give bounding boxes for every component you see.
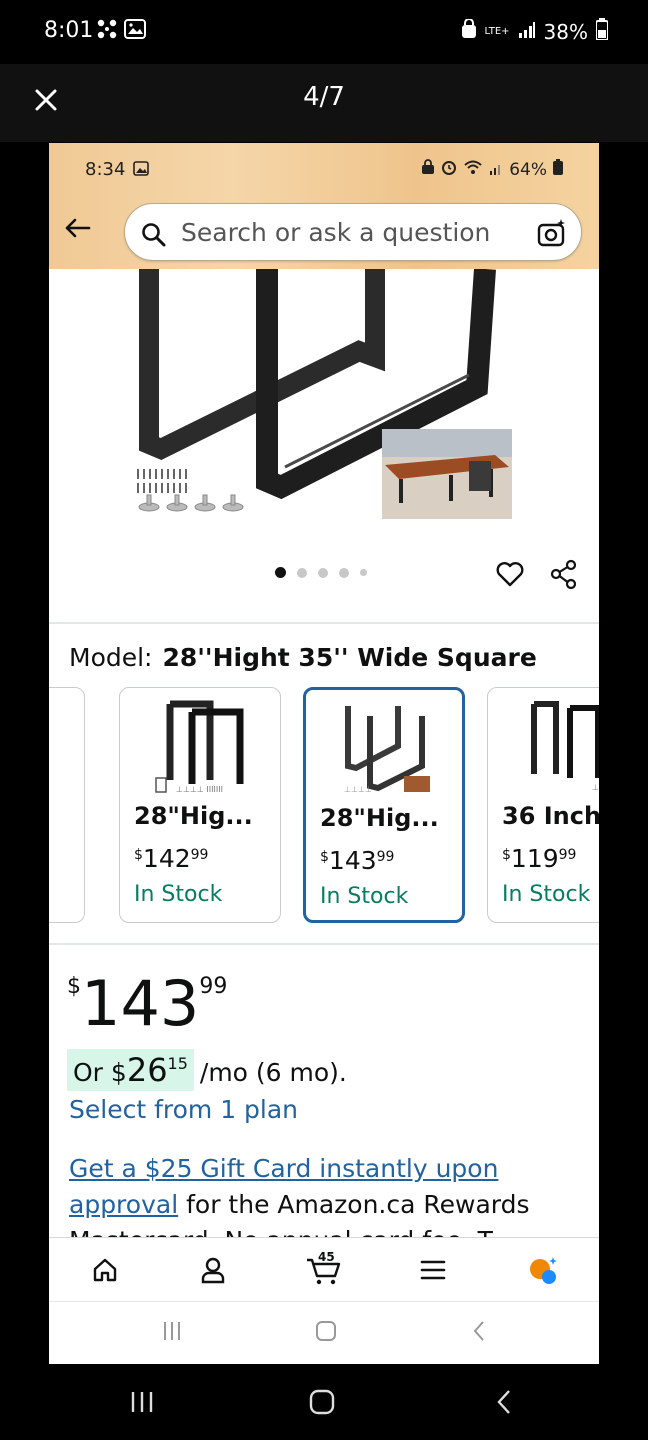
model-value: 28''Hight 35'' Wide Square xyxy=(162,643,537,672)
battery-percent: 38% xyxy=(543,19,588,44)
share-icon[interactable] xyxy=(549,559,579,594)
gift-card-offer-link[interactable]: Get a $25 Gift Card instantly upon xyxy=(69,1154,498,1183)
swatch-thumbnail: ⊥⊥⊥ xyxy=(508,694,599,798)
heart-icon[interactable] xyxy=(495,559,525,594)
monthly-highlight: Or $2615 xyxy=(67,1049,194,1091)
signal-icon xyxy=(489,160,503,180)
status-time: 8:01 xyxy=(44,18,94,43)
search-icon xyxy=(141,222,167,253)
swatch-stock-status: In Stock xyxy=(320,884,409,909)
carousel-dot[interactable] xyxy=(339,567,349,578)
product-price: $14399 xyxy=(67,967,228,1040)
swatch-stock-status: In Stock xyxy=(134,882,223,907)
swatch-stock-status: In Stock xyxy=(502,882,591,907)
swatch-title: 28"Hig... xyxy=(320,804,439,832)
swatch-thumbnail: ⊥⊥⊥⊥ xyxy=(326,696,446,800)
camera-search-icon[interactable] xyxy=(537,218,567,253)
select-plan-link[interactable]: Select from 1 plan xyxy=(69,1095,298,1124)
image-viewer-bar: 4/7 xyxy=(0,64,648,142)
cart-count: 45 xyxy=(318,1250,335,1264)
home-icon[interactable] xyxy=(87,1252,123,1288)
swatch-option-selected[interactable]: ⊥⊥⊥⊥ 28"Hig... $14399 In Stock xyxy=(303,687,465,923)
inner-status-bar: 8:34 64% xyxy=(49,143,599,191)
home-button-icon[interactable] xyxy=(315,1320,337,1347)
outer-status-bar: 8:01 LTE+ 38% xyxy=(0,0,648,64)
back-button-icon[interactable] xyxy=(471,1320,487,1347)
outer-system-navigation xyxy=(0,1364,648,1440)
recents-icon[interactable] xyxy=(128,1388,156,1421)
carousel-dot[interactable] xyxy=(275,567,286,578)
model-selector-label: Model: 28''Hight 35'' Wide Square xyxy=(69,643,537,672)
grid-dots-icon xyxy=(96,18,118,45)
recents-icon[interactable] xyxy=(161,1320,183,1347)
model-swatches: ⊥⊥⊥⊥ IIIIIII 28"Hig... $14299 In Stock ⊥… xyxy=(49,687,599,927)
menu-icon[interactable] xyxy=(415,1252,451,1288)
swatch-option[interactable]: ⊥⊥⊥ 36 Inch... $11999 In Stock xyxy=(487,687,599,923)
search-input[interactable]: Search or ask a question xyxy=(124,203,582,261)
swatch-partial[interactable] xyxy=(49,687,85,923)
monthly-payment: Or $2615 /mo (6 mo). xyxy=(67,1049,347,1091)
alarm-icon xyxy=(441,159,457,180)
svg-text:⊥⊥⊥⊥: ⊥⊥⊥⊥ xyxy=(344,785,372,794)
carousel-dot[interactable] xyxy=(360,569,367,576)
swatch-price: $11999 xyxy=(502,844,577,873)
search-header: Search or ask a question xyxy=(49,191,599,269)
swatch-title: 28"Hig... xyxy=(134,802,253,830)
divider xyxy=(49,622,599,624)
signal-icon xyxy=(518,20,536,44)
swatch-option[interactable]: ⊥⊥⊥⊥ IIIIIII 28"Hig... $14299 In Stock xyxy=(119,687,281,923)
account-icon[interactable] xyxy=(195,1252,231,1288)
embedded-screenshot: 8:34 64% Search or ask a question Model:… xyxy=(49,143,599,1364)
lock-alarm-icon xyxy=(461,18,477,44)
bottom-navigation: 45 xyxy=(49,1237,599,1301)
carousel-dot[interactable] xyxy=(318,567,328,578)
gallery-icon xyxy=(133,161,149,181)
battery-icon xyxy=(595,18,609,45)
swatch-price: $14399 xyxy=(320,846,395,875)
monthly-suffix: /mo (6 mo). xyxy=(199,1058,347,1087)
carousel-dots xyxy=(275,567,367,578)
home-button-icon[interactable] xyxy=(308,1388,336,1421)
swatch-title: 36 Inch... xyxy=(502,802,599,830)
svg-text:⊥⊥⊥: ⊥⊥⊥ xyxy=(592,783,599,792)
image-counter: 4/7 xyxy=(303,82,345,112)
gallery-icon xyxy=(124,19,146,44)
search-placeholder: Search or ask a question xyxy=(181,218,491,247)
network-type-label: LTE+ xyxy=(484,25,510,37)
battery-icon xyxy=(553,159,563,180)
svg-text:⊥⊥⊥⊥ IIIIIII: ⊥⊥⊥⊥ IIIIIII xyxy=(176,785,223,794)
lock-icon xyxy=(421,159,435,180)
inner-status-time: 8:34 xyxy=(85,159,126,180)
back-button-icon[interactable] xyxy=(494,1388,514,1421)
divider xyxy=(49,943,599,945)
wifi-icon xyxy=(463,159,483,180)
swatch-price: $14299 xyxy=(134,844,209,873)
cart-icon[interactable]: 45 xyxy=(305,1250,341,1288)
inner-battery-percent: 64% xyxy=(509,159,547,180)
inner-system-navigation xyxy=(49,1301,599,1364)
gift-card-offer-link-cont[interactable]: approval xyxy=(69,1190,178,1219)
credit-card-offer: Get a $25 Gift Card instantly upon appro… xyxy=(69,1151,569,1239)
model-label: Model: xyxy=(69,643,153,672)
back-arrow-icon[interactable] xyxy=(63,213,93,243)
swatch-thumbnail: ⊥⊥⊥⊥ IIIIIII xyxy=(140,694,260,798)
rufus-ai-icon[interactable] xyxy=(525,1252,561,1288)
carousel-dot[interactable] xyxy=(297,567,307,578)
